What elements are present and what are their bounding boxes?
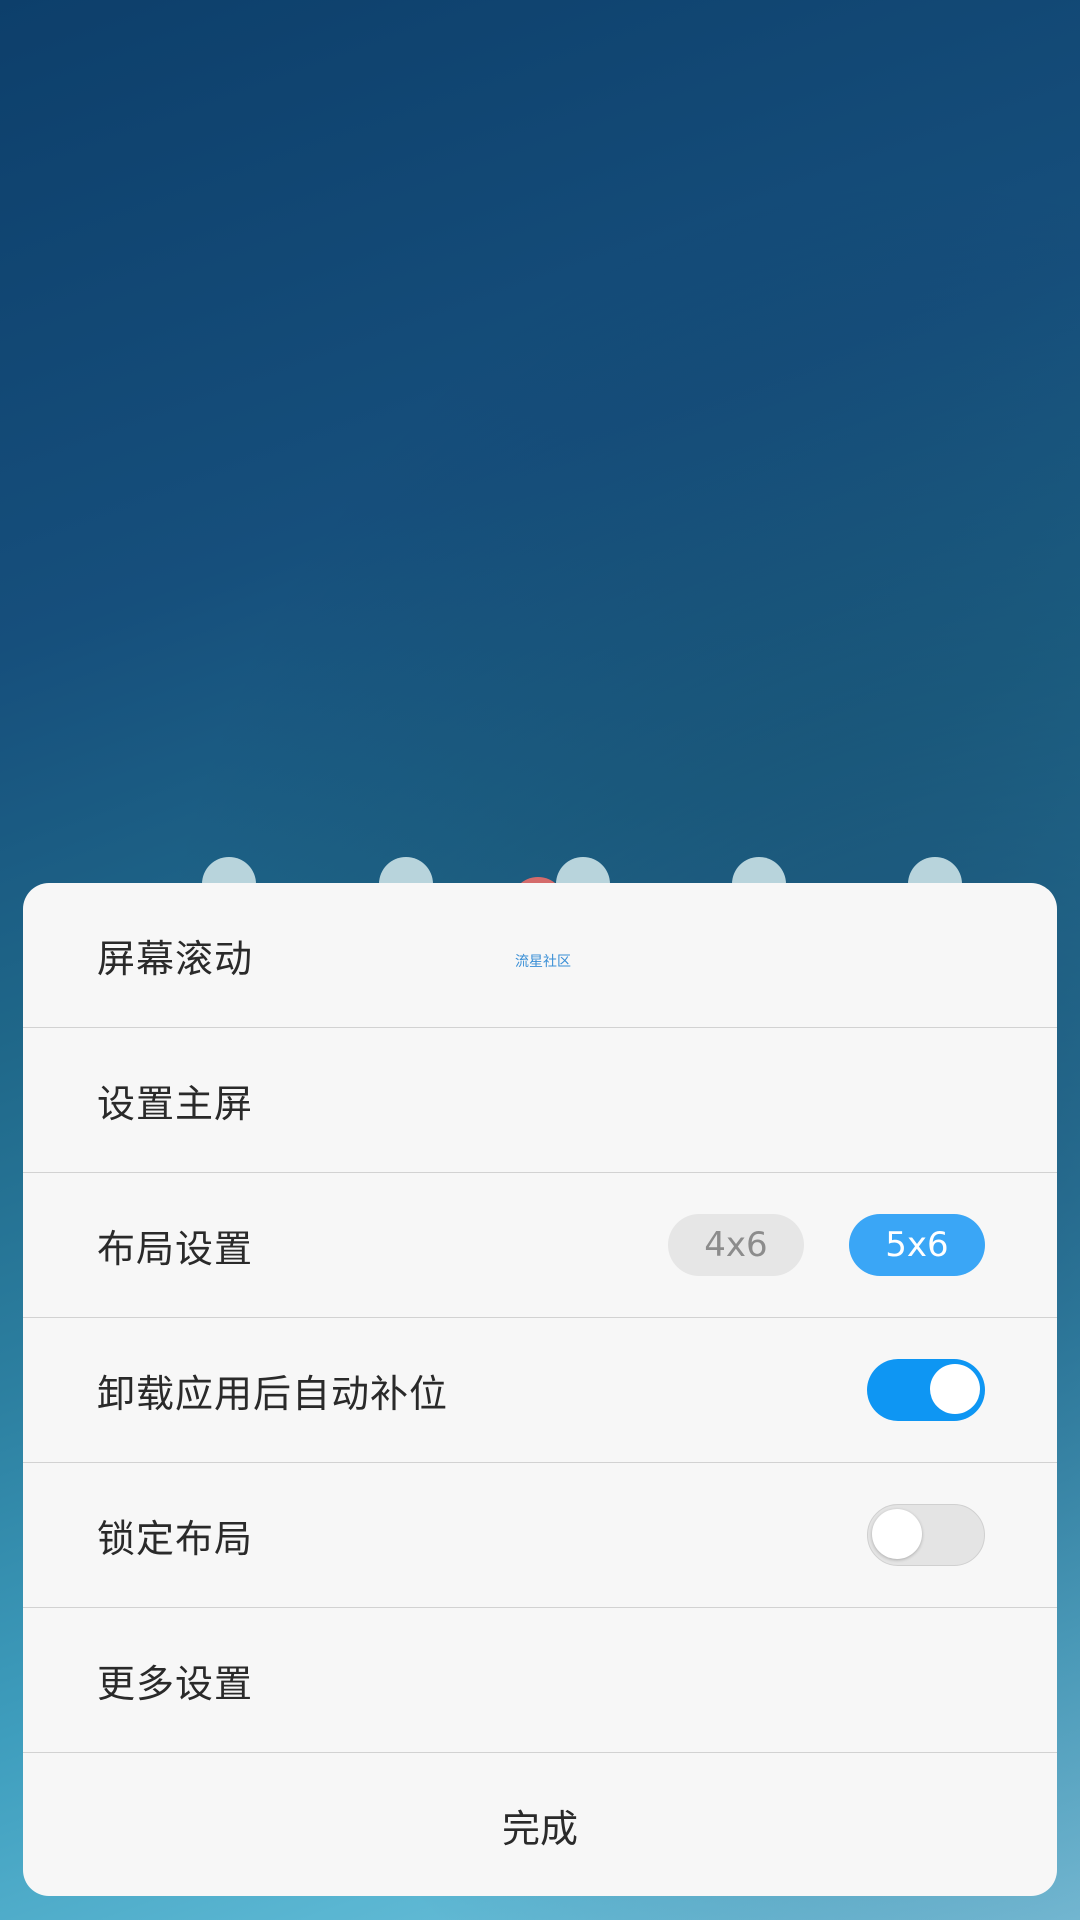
menu-item-label: 更多设置 [97, 1661, 254, 1706]
home-screen-background: 屏幕滚动 流星社区 设置主屏 布局设置 4x6 5x6 卸载应用后自动补位 锁定… [0, 0, 1080, 1920]
menu-item-screen-scroll[interactable]: 屏幕滚动 流星社区 [23, 883, 1057, 1028]
menu-item-auto-fill-after-uninstall: 卸载应用后自动补位 [23, 1318, 1057, 1463]
auto-fill-toggle[interactable] [867, 1359, 985, 1421]
menu-item-label: 卸载应用后自动补位 [97, 1371, 449, 1416]
menu-item-set-home-screen[interactable]: 设置主屏 [23, 1028, 1057, 1173]
toggle-knob [930, 1364, 980, 1414]
layout-option-5x6-button[interactable]: 5x6 [849, 1214, 985, 1276]
menu-item-label: 屏幕滚动 [97, 936, 254, 981]
layout-option-4x6-button[interactable]: 4x6 [668, 1214, 804, 1276]
menu-item-label: 锁定布局 [97, 1516, 254, 1561]
menu-item-label: 布局设置 [97, 1226, 254, 1271]
done-button[interactable]: 完成 [23, 1753, 1057, 1896]
menu-item-more-settings[interactable]: 更多设置 [23, 1608, 1057, 1753]
menu-item-layout-settings: 布局设置 4x6 5x6 [23, 1173, 1057, 1318]
menu-item-lock-layout: 锁定布局 [23, 1463, 1057, 1608]
menu-item-label: 设置主屏 [97, 1081, 254, 1126]
toggle-knob [872, 1509, 922, 1559]
home-settings-sheet: 屏幕滚动 流星社区 设置主屏 布局设置 4x6 5x6 卸载应用后自动补位 锁定… [23, 883, 1057, 1896]
done-button-label: 完成 [501, 1806, 578, 1851]
watermark-text: 流星社区 [515, 954, 571, 970]
lock-layout-toggle[interactable] [867, 1504, 985, 1566]
